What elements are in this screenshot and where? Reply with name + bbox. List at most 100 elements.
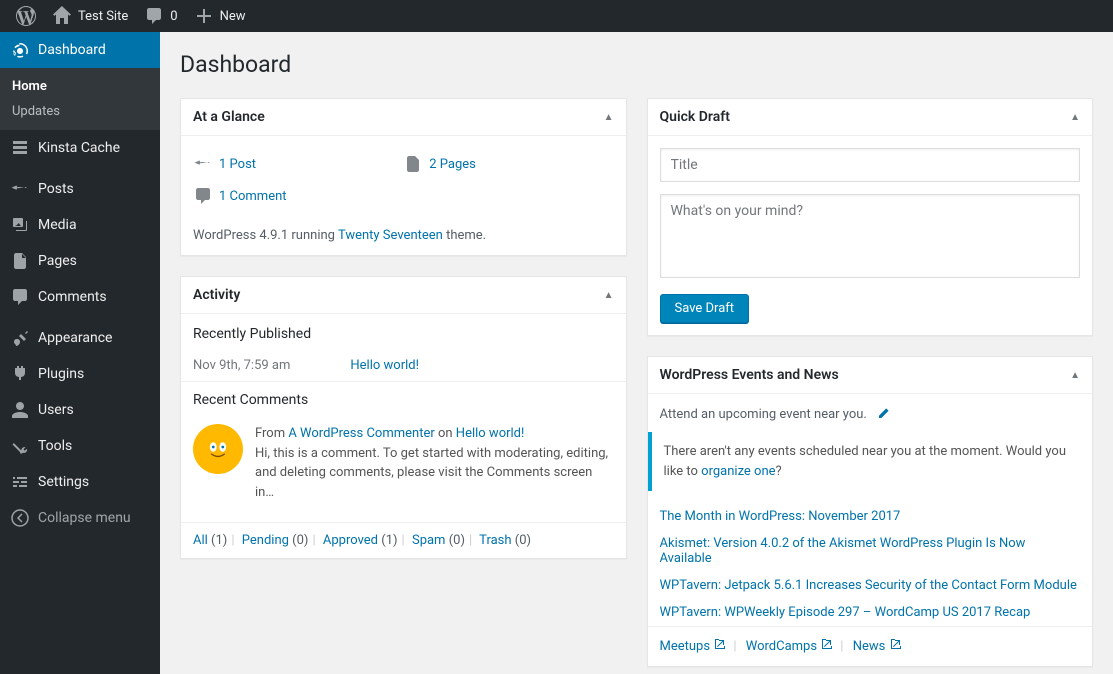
postbox-activity: Activity ▲ Recently Published Nov 9th, 7…: [180, 276, 627, 559]
sidebar-label: Kinsta Cache: [38, 140, 120, 156]
new-label: New: [220, 9, 246, 24]
media-icon: [10, 215, 30, 235]
comment-row: From A WordPress Commenter on Hello worl…: [193, 416, 614, 510]
comment-excerpt: Hi, this is a comment. To get started wi…: [255, 444, 614, 503]
filter-trash[interactable]: Trash: [479, 533, 511, 548]
attend-line: Attend an upcoming event near you.: [660, 406, 1081, 422]
wordpress-icon: [16, 6, 36, 26]
wp-logo[interactable]: [8, 0, 44, 32]
news-link[interactable]: The Month in WordPress: November 2017: [660, 509, 901, 524]
home-icon: [52, 6, 72, 26]
edit-location-icon[interactable]: [875, 406, 891, 422]
activity-title: Activity: [193, 287, 240, 303]
news-link[interactable]: WPTavern: WPWeekly Episode 297 – WordCam…: [660, 605, 1031, 620]
collapse-menu[interactable]: Collapse menu: [0, 500, 160, 536]
toggle-quickdraft[interactable]: ▲: [1070, 112, 1080, 123]
events-title: WordPress Events and News: [660, 367, 839, 383]
draft-title-input[interactable]: [660, 148, 1081, 182]
comment-icon: [10, 287, 30, 307]
filter-approved[interactable]: Approved: [323, 533, 378, 548]
news-footer-link[interactable]: News: [853, 639, 903, 654]
meetups-link[interactable]: Meetups: [660, 639, 728, 654]
no-events-notice: There aren't any events scheduled near y…: [648, 432, 1093, 491]
sidebar-item-comments[interactable]: Comments: [0, 279, 160, 315]
user-icon: [10, 400, 30, 420]
news-link[interactable]: WPTavern: Jetpack 5.6.1 Increases Securi…: [660, 578, 1077, 593]
sidebar-label: Users: [38, 402, 74, 418]
pin-icon: [193, 154, 213, 174]
recently-published-heading: Recently Published: [193, 326, 614, 342]
pin-icon: [10, 179, 30, 199]
postbox-events-news: WordPress Events and News ▲ Attend an up…: [647, 356, 1094, 667]
sidebar-item-pages[interactable]: Pages: [0, 243, 160, 279]
page-title: Dashboard: [180, 42, 1093, 98]
page-icon: [10, 251, 30, 271]
site-name-link[interactable]: Test Site: [44, 0, 136, 32]
organize-link[interactable]: organize one: [701, 464, 775, 479]
page-icon: [403, 154, 423, 174]
comment-icon: [193, 186, 213, 206]
filter-all[interactable]: All: [193, 533, 208, 548]
external-icon: [822, 639, 834, 651]
sidebar-item-appearance[interactable]: Appearance: [0, 320, 160, 356]
comment-filters: All (1)| Pending (0)| Approved (1)| Spam…: [181, 522, 626, 558]
sidebar-label: Tools: [38, 438, 72, 454]
recent-comments-heading: Recent Comments: [193, 392, 614, 408]
glance-comments-link[interactable]: 1 Comment: [219, 189, 287, 204]
plugin-icon: [10, 364, 30, 384]
save-draft-button[interactable]: Save Draft: [660, 294, 750, 323]
glance-pages-link[interactable]: 2 Pages: [429, 157, 476, 172]
quick-draft-title: Quick Draft: [660, 109, 730, 125]
sidebar-item-posts[interactable]: Posts: [0, 171, 160, 207]
kinsta-icon: [10, 138, 30, 158]
news-link[interactable]: Akismet: Version 4.0.2 of the Akismet Wo…: [660, 536, 1026, 566]
brush-icon: [10, 328, 30, 348]
collapse-label: Collapse menu: [38, 510, 131, 526]
site-name-text: Test Site: [78, 9, 128, 24]
wordcamps-link[interactable]: WordCamps: [746, 639, 835, 654]
glance-title: At a Glance: [193, 109, 265, 125]
submenu-updates[interactable]: Updates: [0, 99, 160, 124]
sidebar-label: Plugins: [38, 366, 84, 382]
dashboard-submenu: Home Updates: [0, 68, 160, 130]
published-title-link[interactable]: Hello world!: [350, 358, 419, 373]
submenu-home[interactable]: Home: [0, 74, 160, 99]
published-date: Nov 9th, 7:59 am: [193, 358, 290, 373]
sidebar-item-dashboard[interactable]: Dashboard: [0, 32, 160, 68]
sidebar-item-kinsta-cache[interactable]: Kinsta Cache: [0, 130, 160, 166]
toggle-glance[interactable]: ▲: [604, 112, 614, 123]
comments-bubble[interactable]: 0: [136, 0, 185, 32]
sidebar-label: Pages: [38, 253, 77, 269]
dashboard-icon: [10, 40, 30, 60]
sidebar-item-plugins[interactable]: Plugins: [0, 356, 160, 392]
version-line: WordPress 4.9.1 running Twenty Seventeen…: [193, 218, 614, 243]
community-footer: Meetups | WordCamps | News: [648, 626, 1093, 666]
sliders-icon: [10, 472, 30, 492]
filter-spam[interactable]: Spam: [412, 533, 446, 548]
postbox-quick-draft: Quick Draft ▲ Save Draft: [647, 98, 1094, 336]
sidebar-label: Media: [38, 217, 77, 233]
draft-content-input[interactable]: [660, 194, 1081, 278]
toggle-events[interactable]: ▲: [1070, 370, 1080, 381]
published-row: Nov 9th, 7:59 am Hello world!: [193, 350, 614, 381]
sidebar-label: Posts: [38, 181, 74, 197]
external-icon: [891, 639, 903, 651]
postbox-at-a-glance: At a Glance ▲ 1 Post 2 Pages: [180, 98, 627, 256]
glance-posts-link[interactable]: 1 Post: [219, 157, 256, 172]
sidebar-item-tools[interactable]: Tools: [0, 428, 160, 464]
commenter-link[interactable]: A WordPress Commenter: [288, 426, 434, 441]
new-content[interactable]: New: [186, 0, 254, 32]
sidebar-item-settings[interactable]: Settings: [0, 464, 160, 500]
sidebar-item-media[interactable]: Media: [0, 207, 160, 243]
glance-posts: 1 Post: [193, 148, 403, 180]
sidebar-item-users[interactable]: Users: [0, 392, 160, 428]
theme-link[interactable]: Twenty Seventeen: [338, 228, 443, 243]
sidebar-label: Settings: [38, 474, 89, 490]
filter-pending[interactable]: Pending: [242, 533, 289, 548]
plus-icon: [194, 6, 214, 26]
sidebar-label: Comments: [38, 289, 107, 305]
comment-post-link[interactable]: Hello world!: [456, 426, 525, 441]
toggle-activity[interactable]: ▲: [604, 290, 614, 301]
comment-meta-line: From A WordPress Commenter on Hello worl…: [255, 424, 614, 444]
external-icon: [715, 639, 727, 651]
